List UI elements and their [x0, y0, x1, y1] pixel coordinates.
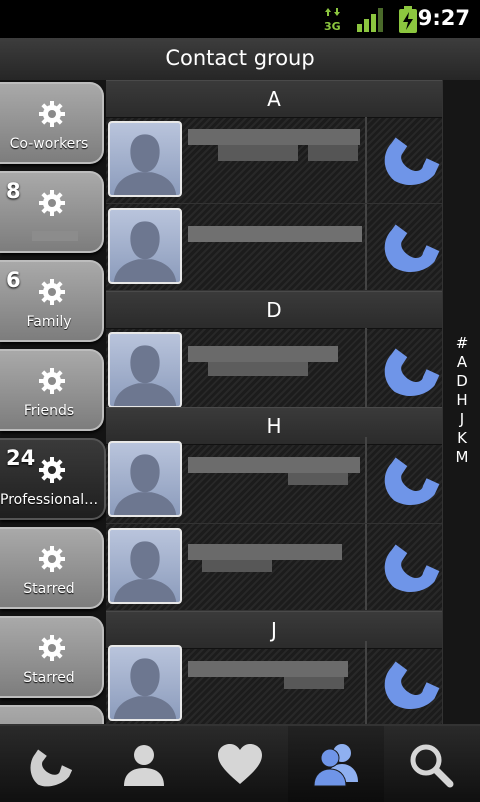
index-letter[interactable]: #: [443, 334, 480, 353]
index-letter[interactable]: J: [443, 410, 480, 429]
nav-search[interactable]: [384, 726, 480, 802]
contact-avatar[interactable]: [108, 121, 182, 197]
group-tab-starred[interactable]: Starred: [0, 527, 104, 609]
section-header: D: [106, 291, 442, 329]
call-icon[interactable]: [374, 338, 440, 404]
contact-name-blurred[interactable]: [188, 125, 362, 165]
contact-row[interactable]: [106, 117, 442, 204]
contact-avatar[interactable]: [108, 332, 182, 408]
alphabet-index[interactable]: # A D H J K M: [442, 80, 480, 724]
heart-icon[interactable]: [216, 742, 264, 788]
group-count: 6: [6, 268, 21, 292]
gear-icon[interactable]: [38, 367, 66, 395]
gear-icon[interactable]: [38, 189, 66, 217]
group-tab[interactable]: 8: [0, 171, 104, 253]
bottom-nav: [0, 724, 480, 802]
blurred-group-name: [32, 231, 78, 241]
group-count: 8: [6, 179, 21, 203]
group-count: 24: [6, 446, 36, 470]
contact-list[interactable]: A D H J: [106, 80, 442, 724]
search-icon[interactable]: [408, 742, 456, 788]
nav-contacts[interactable]: [96, 726, 192, 802]
call-icon[interactable]: [374, 214, 440, 280]
group-tab-family[interactable]: 6 Family: [0, 260, 104, 342]
group-tab-starred[interactable]: Starred: [0, 616, 104, 698]
contact-row[interactable]: [106, 328, 442, 415]
contact-avatar[interactable]: [108, 528, 182, 604]
contact-row[interactable]: [106, 641, 442, 724]
index-letter[interactable]: K: [443, 429, 480, 448]
contact-row[interactable]: [106, 524, 442, 611]
title-bar: Contact group: [0, 38, 480, 81]
section-header: A: [106, 80, 442, 118]
person-silhouette-icon: [113, 658, 177, 719]
battery-charging-icon: [399, 6, 417, 33]
nav-favorites[interactable]: [192, 726, 288, 802]
contact-avatar[interactable]: [108, 208, 182, 284]
group-name: Professional ...: [0, 492, 100, 508]
contact-row[interactable]: [106, 437, 442, 524]
nav-phone[interactable]: [0, 726, 96, 802]
contact-name-blurred[interactable]: [188, 649, 362, 689]
person-silhouette-icon: [113, 454, 177, 515]
contact-avatar[interactable]: [108, 441, 182, 517]
group-name: Family: [26, 314, 72, 330]
group-name: Starred: [23, 581, 75, 597]
contact-row[interactable]: [106, 204, 442, 291]
group-tabs: Co-workers 8 6 Family Friends 24 Profess…: [0, 80, 106, 724]
gear-icon[interactable]: [38, 278, 66, 306]
group-name: Co-workers: [9, 136, 89, 152]
index-letter[interactable]: H: [443, 391, 480, 410]
section-letter: A: [267, 87, 281, 111]
3g-icon: 3G: [324, 8, 341, 32]
group-tab-friends[interactable]: Friends: [0, 349, 104, 431]
index-letter[interactable]: A: [443, 353, 480, 372]
nav-groups[interactable]: [288, 726, 384, 802]
group-tab[interactable]: [0, 705, 104, 724]
group-tab-co-workers[interactable]: Co-workers: [0, 82, 104, 164]
contact-avatar[interactable]: [108, 645, 182, 721]
page-title: Contact group: [165, 46, 315, 70]
contact-name-blurred[interactable]: [188, 445, 362, 485]
gear-icon[interactable]: [38, 456, 66, 484]
group-name: Friends: [23, 403, 75, 419]
person-silhouette-icon: [113, 134, 177, 195]
contact-name-blurred[interactable]: [188, 532, 362, 572]
index-letter[interactable]: M: [443, 448, 480, 467]
status-bar: 3G 9:27: [0, 0, 480, 38]
call-icon[interactable]: [374, 651, 440, 717]
gear-icon[interactable]: [38, 545, 66, 573]
call-icon[interactable]: [374, 127, 440, 193]
person-silhouette-icon: [113, 221, 177, 282]
group-icon[interactable]: [312, 742, 360, 788]
contact-name-blurred[interactable]: [188, 336, 362, 376]
contact-icon[interactable]: [120, 742, 168, 788]
signal-icon: [357, 8, 383, 32]
clock: 9:27: [417, 6, 470, 30]
contact-name-blurred[interactable]: [188, 212, 362, 252]
person-silhouette-icon: [113, 345, 177, 406]
gear-icon[interactable]: [38, 100, 66, 128]
gear-icon[interactable]: [38, 634, 66, 662]
person-silhouette-icon: [113, 541, 177, 602]
section-letter: D: [266, 298, 282, 322]
group-name: Starred: [23, 670, 75, 686]
call-icon[interactable]: [374, 534, 440, 600]
call-icon[interactable]: [374, 447, 440, 513]
group-tab-professional[interactable]: 24 Professional ...: [0, 438, 106, 520]
phone-icon[interactable]: [24, 742, 72, 788]
network-label: 3G: [324, 20, 341, 32]
index-letter[interactable]: D: [443, 372, 480, 391]
